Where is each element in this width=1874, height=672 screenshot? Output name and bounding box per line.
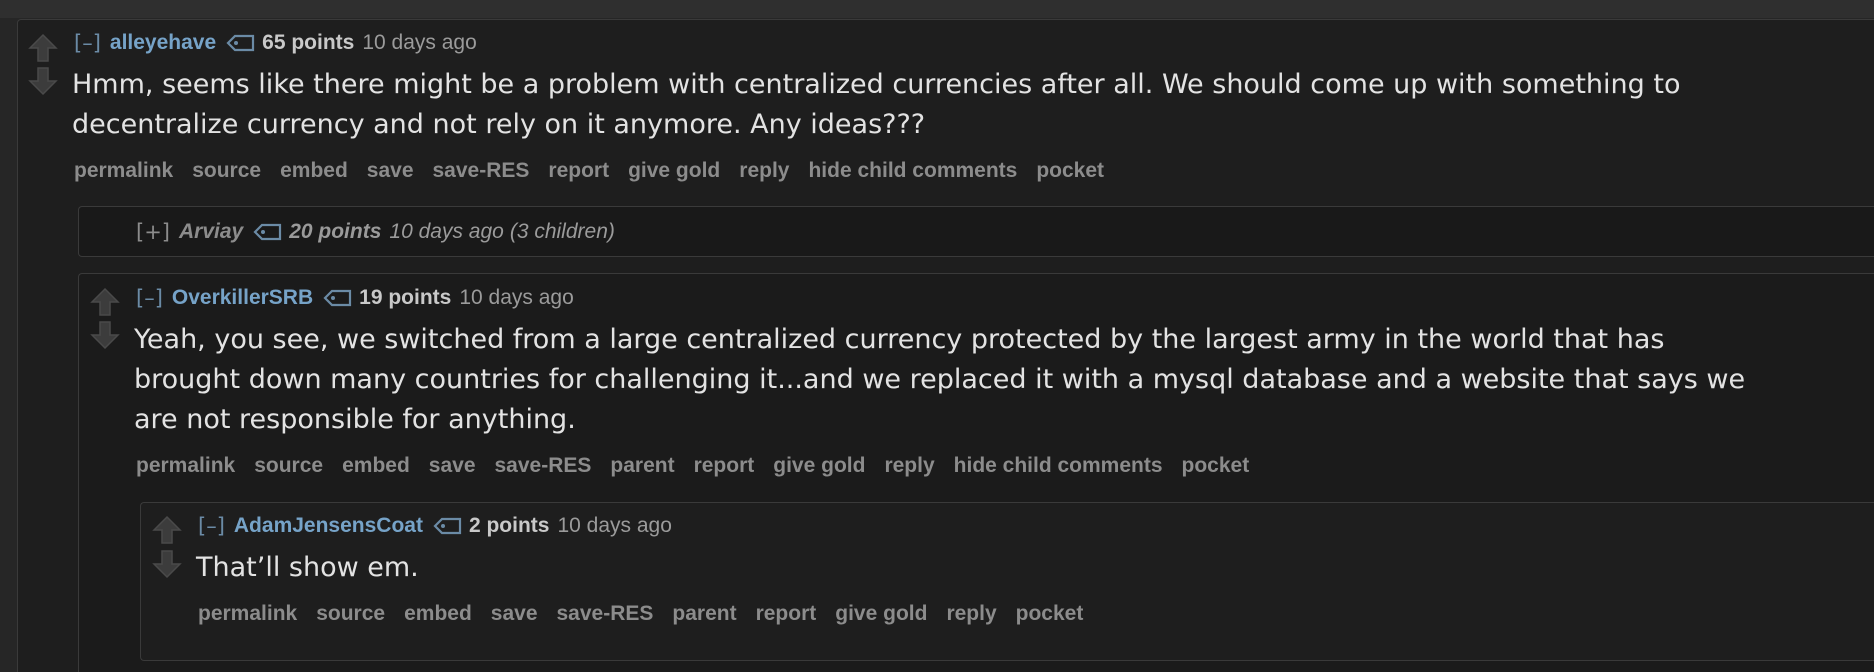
hide-child-comments-button[interactable]: hide child comments [954,454,1163,478]
pocket-button[interactable]: pocket [1182,454,1250,478]
timestamp: 10 days ago [459,286,574,309]
report-button[interactable]: report [548,159,609,183]
parent-button[interactable]: parent [672,602,736,626]
reply-button[interactable]: reply [884,454,934,478]
children-count: (3 children) [509,220,615,243]
top-bar [0,0,1874,18]
author-link[interactable]: Arviay [179,220,243,244]
author-link[interactable]: OverkillerSRB [172,286,313,310]
tag-icon[interactable] [323,288,353,308]
score: 20 points [289,220,382,243]
reddit-comment-thread: [–] alleyehave 65 points 10 days ago Hmm… [0,0,1874,672]
upvote-arrow-icon[interactable] [89,287,121,317]
body-line: brought down many countries for challeng… [134,364,1746,395]
timestamp: 10 days ago [557,514,672,537]
timestamp: 10 days ago [389,220,504,243]
source-button[interactable]: source [316,602,385,626]
downvote-arrow-icon[interactable] [151,549,183,579]
collapse-toggle[interactable]: [–] [198,514,225,538]
save-res-button[interactable]: save-RES [433,159,530,183]
tag-icon[interactable] [433,516,463,536]
give-gold-button[interactable]: give gold [835,602,927,626]
downvote-arrow-icon[interactable] [89,320,121,350]
body-line: That’ll show em. [196,552,419,583]
timestamp: 10 days ago [362,31,477,54]
comment-buttons: permalink source embed save save-RES par… [136,452,1268,480]
reply-button[interactable]: reply [946,602,996,626]
collapse-toggle[interactable]: [–] [74,31,101,55]
tag-icon[interactable] [253,222,283,242]
pocket-button[interactable]: pocket [1036,159,1104,183]
reply-button[interactable]: reply [739,159,789,183]
comment-buttons: permalink source embed save save-RES par… [198,600,1102,628]
source-button[interactable]: source [192,159,261,183]
author-link[interactable]: AdamJensensCoat [234,514,423,538]
save-res-button[interactable]: save-RES [495,454,592,478]
comment-body: That’ll show em. [196,548,419,588]
embed-button[interactable]: embed [342,454,410,478]
score: 2 points [468,514,550,537]
collapse-toggle[interactable]: [–] [136,286,163,310]
downvote-arrow-icon[interactable] [27,66,59,96]
expand-toggle[interactable]: [+] [136,220,170,244]
permalink-button[interactable]: permalink [136,454,235,478]
comment-body: Hmm, seems like there might be a problem… [72,65,1680,145]
tag-icon[interactable] [226,33,256,53]
author-link[interactable]: alleyehave [110,31,216,55]
comment-buttons: permalink source embed save save-RES rep… [74,157,1123,185]
give-gold-button[interactable]: give gold [773,454,865,478]
body-line: decentralize currency and not rely on it… [72,109,926,140]
pocket-button[interactable]: pocket [1016,602,1084,626]
score: 65 points [262,31,355,54]
comment-tagline: [+] Arviay 20 points 10 days ago (3 chil… [136,217,615,247]
embed-button[interactable]: embed [404,602,472,626]
report-button[interactable]: report [756,602,817,626]
comment-tagline: [–] OverkillerSRB 19 points 10 days ago [136,283,574,313]
permalink-button[interactable]: permalink [74,159,173,183]
parent-button[interactable]: parent [610,454,674,478]
permalink-button[interactable]: permalink [198,602,297,626]
body-line: are not responsible for anything. [134,404,576,435]
comment-tagline: [–] alleyehave 65 points 10 days ago [74,28,477,58]
body-line: Hmm, seems like there might be a problem… [72,69,1681,100]
save-button[interactable]: save [491,602,538,626]
save-button[interactable]: save [429,454,476,478]
source-button[interactable]: source [254,454,323,478]
upvote-arrow-icon[interactable] [27,33,59,63]
embed-button[interactable]: embed [280,159,348,183]
save-res-button[interactable]: save-RES [557,602,654,626]
comment-tagline: [–] AdamJensensCoat 2 points 10 days ago [198,511,672,541]
hide-child-comments-button[interactable]: hide child comments [808,159,1017,183]
comment-body: Yeah, you see, we switched from a large … [134,320,1745,440]
score: 19 points [359,286,452,309]
body-line: Yeah, you see, we switched from a large … [134,324,1665,355]
give-gold-button[interactable]: give gold [628,159,720,183]
report-button[interactable]: report [694,454,755,478]
save-button[interactable]: save [367,159,414,183]
upvote-arrow-icon[interactable] [151,515,183,545]
